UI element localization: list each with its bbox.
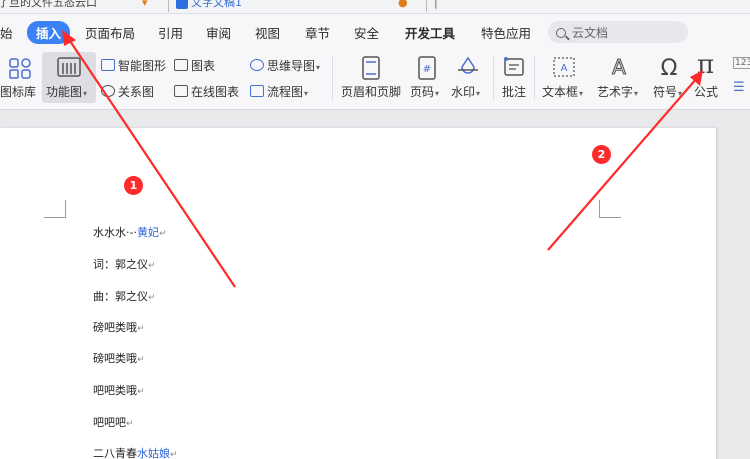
annotation-overlay	[62, 30, 703, 288]
annotation-arrow-1	[67, 37, 236, 288]
annotation-badge-2: 2	[592, 145, 611, 164]
arrowhead-1	[62, 30, 76, 46]
annotation-badge-1: 1	[124, 176, 143, 195]
annotation-arrow-2	[547, 77, 698, 251]
